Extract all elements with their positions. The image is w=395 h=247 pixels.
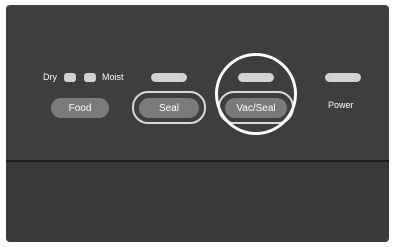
highlight-circle xyxy=(215,53,297,135)
power-label: Power xyxy=(328,100,354,110)
lower-panel xyxy=(6,162,389,242)
moist-label: Moist xyxy=(102,72,124,82)
seal-button[interactable]: Seal xyxy=(139,98,199,118)
food-button[interactable]: Food xyxy=(51,98,109,118)
control-panel: Dry Moist Food Seal Vac/Seal Power xyxy=(6,5,389,242)
moist-indicator-light xyxy=(84,73,96,82)
seal-indicator-light xyxy=(151,73,187,82)
dry-label: Dry xyxy=(43,72,57,82)
dry-indicator-light xyxy=(64,73,76,82)
power-indicator-light xyxy=(325,73,361,82)
